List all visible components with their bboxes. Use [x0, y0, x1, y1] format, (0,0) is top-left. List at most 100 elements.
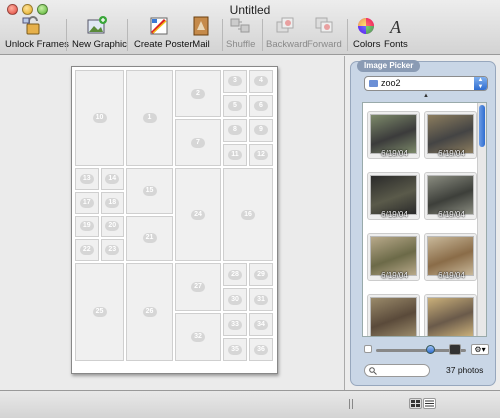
- frame-number-badge: 13: [79, 173, 94, 184]
- photo-thumbnail[interactable]: 6/19/04: [367, 233, 420, 281]
- layout-frame-7[interactable]: 7: [175, 119, 221, 166]
- layout-frame-11[interactable]: 11: [223, 143, 247, 166]
- layout-frame-26[interactable]: 26: [126, 263, 173, 361]
- send-backward-icon: [274, 16, 296, 36]
- layout-frame-13[interactable]: 13: [75, 168, 99, 190]
- grid-view-icon: [411, 400, 420, 407]
- layout-frame-14[interactable]: 14: [100, 168, 124, 190]
- layout-frame-3[interactable]: 3: [223, 70, 247, 93]
- grid-view-button[interactable]: [409, 398, 422, 409]
- photo-date: 6/19/04: [438, 149, 465, 158]
- shuffle-button[interactable]: Shuffle: [226, 16, 255, 50]
- photo-date: 6/19/04: [381, 210, 408, 219]
- popup-arrows-icon: ▲ ▼: [474, 77, 487, 90]
- layout-frame-6[interactable]: 6: [249, 94, 273, 117]
- photo-grid[interactable]: 6/19/04 6/19/04 6/19/04 6/19/04 6/19/04 6/19/…: [362, 102, 487, 337]
- layout-frame-20[interactable]: 20: [100, 215, 124, 238]
- backward-button[interactable]: Backward: [266, 16, 308, 50]
- mail-button[interactable]: Mail: [190, 16, 212, 50]
- resize-handle-icon[interactable]: [349, 399, 353, 409]
- layout-frame-25[interactable]: 25: [75, 263, 124, 361]
- mail-stamp-icon: [190, 16, 212, 36]
- layout-frame-21[interactable]: 21: [126, 215, 173, 261]
- photo-image: [370, 236, 417, 276]
- colors-button[interactable]: Colors: [353, 16, 380, 50]
- layout-frame-29[interactable]: 29: [249, 263, 273, 286]
- layout-frame-35[interactable]: 35: [223, 338, 247, 361]
- layout-frame-19[interactable]: 19: [75, 215, 99, 238]
- layout-frame-12[interactable]: 12: [249, 143, 273, 166]
- photo-search-field[interactable]: [364, 364, 430, 377]
- layout-frame-16[interactable]: 16: [223, 168, 273, 261]
- slider-knob[interactable]: [426, 345, 435, 354]
- photo-thumbnail[interactable]: 6/19/04: [424, 233, 477, 281]
- poster-icon: [148, 16, 170, 36]
- small-thumbnail-icon[interactable]: [364, 345, 372, 353]
- layout-frame-24[interactable]: 24: [175, 168, 221, 261]
- layout-frame-27[interactable]: 27: [175, 263, 221, 311]
- list-view-button[interactable]: [423, 398, 436, 409]
- poster-page[interactable]: 10 1 2 7 15 21 24 16 25 26 27 32 3 4 5 6 8 9 11 12 13 14 17 18 1…: [71, 66, 278, 374]
- layout-frame-17[interactable]: 17: [75, 191, 99, 214]
- layout-frame-36[interactable]: 36: [249, 338, 273, 361]
- layout-frame-31[interactable]: 31: [249, 288, 273, 311]
- action-gear-button[interactable]: ⚙▾: [471, 344, 489, 355]
- photo-date: 6/19/04: [381, 271, 408, 280]
- folder-icon: [369, 80, 378, 87]
- large-thumbnail-icon[interactable]: [449, 344, 461, 355]
- layout-frame-33[interactable]: 33: [223, 313, 247, 336]
- document-canvas[interactable]: 10 1 2 7 15 21 24 16 25 26 27 32 3 4 5 6 8 9 11 12 13 14 17 18 1…: [0, 56, 345, 390]
- photo-image: [427, 114, 474, 154]
- layout-frame-22[interactable]: 22: [75, 239, 99, 261]
- toolbar-separator: [222, 19, 223, 51]
- layout-frame-18[interactable]: 18: [100, 191, 124, 214]
- layout-frame-28[interactable]: 28: [223, 263, 247, 286]
- frame-number-badge: 30: [228, 294, 242, 305]
- list-view-icon: [425, 400, 434, 407]
- frame-number-badge: 1: [142, 113, 157, 123]
- photo-thumbnail[interactable]: [367, 294, 420, 336]
- layout-frame-1[interactable]: 1: [126, 70, 173, 166]
- album-popup[interactable]: zoo2 ▲ ▼: [364, 76, 488, 91]
- photo-thumbnail[interactable]: 6/19/04: [367, 111, 420, 159]
- layout-frame-2[interactable]: 2: [175, 70, 221, 117]
- fonts-button[interactable]: A Fonts: [384, 16, 408, 50]
- vertical-scrollbar[interactable]: [477, 103, 486, 336]
- forward-button[interactable]: Forward: [307, 16, 342, 50]
- photo-thumbnail[interactable]: 6/19/04: [424, 111, 477, 159]
- create-poster-button[interactable]: Create Poster: [134, 16, 193, 50]
- thumbnail-size-control: ⚙▾: [364, 344, 490, 358]
- new-graphic-button[interactable]: New Graphic: [72, 16, 127, 50]
- photo-date: 6/19/04: [381, 149, 408, 158]
- photo-thumbnail[interactable]: 6/19/04: [367, 172, 420, 220]
- frame-number-badge: 11: [228, 149, 242, 160]
- scroll-up-arrow-icon[interactable]: ▲: [423, 93, 429, 99]
- layout-frame-9[interactable]: 9: [249, 119, 273, 142]
- photo-thumbnail[interactable]: [424, 294, 477, 336]
- photo-image: [370, 114, 417, 154]
- layout-frame-34[interactable]: 34: [249, 313, 273, 336]
- scrollbar-thumb[interactable]: [479, 105, 485, 147]
- status-bar: [0, 390, 500, 418]
- create-poster-label: Create Poster: [134, 39, 193, 50]
- search-icon: [369, 367, 377, 375]
- toolbar-separator: [347, 19, 348, 51]
- layout-frame-32[interactable]: 32: [175, 313, 221, 361]
- layout-frame-15[interactable]: 15: [126, 168, 173, 214]
- frame-number-badge: 21: [142, 233, 157, 244]
- svg-text:A: A: [389, 17, 402, 36]
- photo-image: [370, 175, 417, 215]
- layout-frame-23[interactable]: 23: [100, 239, 124, 261]
- frame-number-badge: 33: [228, 319, 242, 330]
- layout-frame-10[interactable]: 10: [75, 70, 124, 166]
- frame-number-badge: 22: [79, 245, 94, 256]
- frame-number-badge: 2: [191, 88, 205, 99]
- lock-icon: [21, 16, 43, 36]
- layout-frame-4[interactable]: 4: [249, 70, 273, 93]
- photo-thumbnail[interactable]: 6/19/04: [424, 172, 477, 220]
- frame-number-badge: 34: [254, 319, 268, 330]
- unlock-frames-button[interactable]: Unlock Frames: [5, 16, 69, 50]
- layout-frame-5[interactable]: 5: [223, 94, 247, 117]
- layout-frame-30[interactable]: 30: [223, 288, 247, 311]
- layout-frame-8[interactable]: 8: [223, 119, 247, 142]
